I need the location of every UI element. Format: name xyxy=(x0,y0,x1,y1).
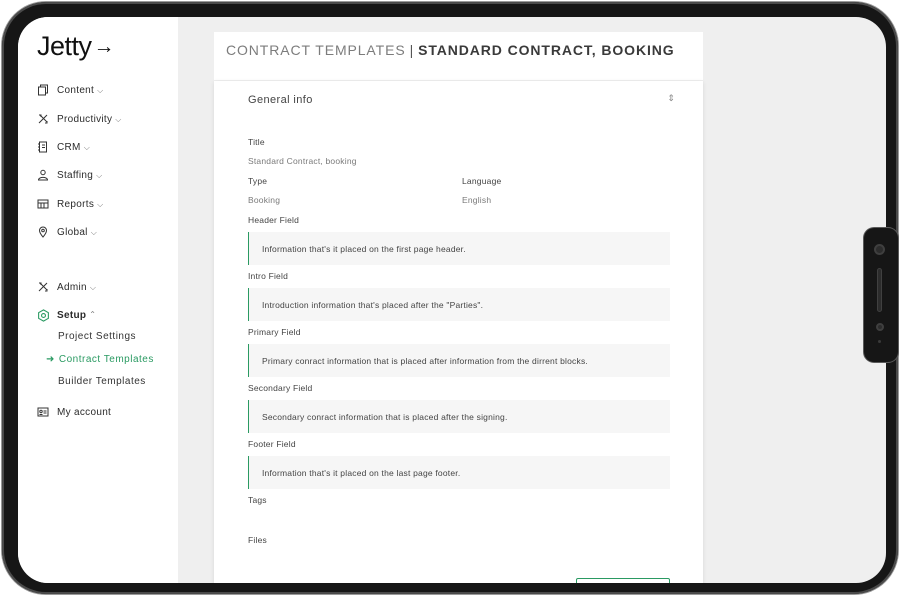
sidebar-item-label: Productivity xyxy=(57,113,113,125)
header-field-label: Header Field xyxy=(248,215,300,225)
sidebar-item-label: Global xyxy=(57,226,88,238)
sidebar-item-staffing[interactable]: Staffing ⌵ xyxy=(36,167,103,183)
sidebar-item-productivity[interactable]: Productivity ⌵ xyxy=(36,111,122,127)
sensor-icon xyxy=(876,323,884,331)
footer-field-value: Information that's it placed on the last… xyxy=(248,456,670,489)
sidebar-item-label: My account xyxy=(57,406,112,418)
people-icon xyxy=(36,168,50,182)
primary-field-value: Primary conract information that is plac… xyxy=(248,344,670,377)
sensor-dot xyxy=(878,340,881,343)
breadcrumb-separator: | xyxy=(409,42,415,58)
sidebar-item-label: Reports xyxy=(57,198,95,210)
app-logo[interactable]: Jetty→ xyxy=(37,31,115,62)
sidebar-item-reports[interactable]: Reports ⌵ xyxy=(36,196,104,212)
globe-pin-icon xyxy=(36,225,50,239)
language-label: Language xyxy=(462,176,502,186)
secondary-field-value: Secondary conract information that is pl… xyxy=(248,400,670,433)
sidebar-item-label: Content xyxy=(57,84,95,96)
copy-icon xyxy=(36,83,50,97)
chevron-down-icon: ⌵ xyxy=(89,283,97,292)
tools-icon xyxy=(36,112,50,126)
sidebar-item-content[interactable]: Content ⌵ xyxy=(36,82,104,98)
chevron-down-icon: ⌵ xyxy=(115,115,122,124)
sidebar-item-label: Admin xyxy=(57,281,87,293)
admin-tools-icon xyxy=(36,280,50,294)
collapse-toggle-icon[interactable]: ⇕ xyxy=(667,94,675,103)
chevron-down-icon: ⌵ xyxy=(96,171,103,180)
type-label: Type xyxy=(248,176,268,186)
device-frame: Jetty→ Content ⌵ Productivity ⌵ CRM ⌵ St… xyxy=(2,2,898,594)
sidebar-subitem-project-settings[interactable]: Project Settings xyxy=(58,331,136,345)
files-label: Files xyxy=(248,535,267,545)
sidebar-subitem-builder-templates[interactable]: Builder Templates xyxy=(58,376,146,390)
speaker-grille xyxy=(877,268,882,312)
secondary-field-label: Secondary Field xyxy=(248,383,313,393)
logo-text: Jetty xyxy=(37,31,92,61)
sidebar-item-global[interactable]: Global ⌵ xyxy=(36,224,97,240)
current-arrow-icon: ➜ xyxy=(46,354,55,365)
sidebar-item-admin[interactable]: Admin ⌵ xyxy=(36,279,96,295)
footer-field-label: Footer Field xyxy=(248,439,296,449)
chevron-down-icon: ⌵ xyxy=(83,143,91,152)
card-action-button[interactable] xyxy=(576,578,670,583)
reports-icon xyxy=(36,197,50,211)
breadcrumb-section[interactable]: CONTRACT TEMPLATES xyxy=(226,42,406,58)
language-value: English xyxy=(462,195,492,205)
camera-icon xyxy=(874,244,885,255)
sidebar-item-setup[interactable]: Setup ⌃ xyxy=(36,307,96,323)
sidebar-item-label: CRM xyxy=(57,141,81,153)
sidebar-item-my-account[interactable]: My account xyxy=(36,404,111,420)
chevron-up-icon: ⌃ xyxy=(89,309,97,319)
logo-arrow-icon: → xyxy=(93,35,115,58)
page-header: CONTRACT TEMPLATES | STANDARD CONTRACT, BO… xyxy=(214,32,703,80)
intro-field-value: Introduction information that's placed a… xyxy=(248,288,670,321)
chevron-down-icon: ⌵ xyxy=(97,86,104,95)
card-title: General info xyxy=(248,94,313,106)
chevron-down-icon: ⌵ xyxy=(90,228,98,237)
general-info-card: General info ⇕ Title Standard Contract, … xyxy=(214,81,703,583)
tags-label: Tags xyxy=(248,495,267,505)
sidebar: Jetty→ Content ⌵ Productivity ⌵ CRM ⌵ St… xyxy=(18,17,178,583)
page-title: STANDARD CONTRACT, BOOKING xyxy=(418,42,675,58)
chevron-down-icon: ⌵ xyxy=(97,200,104,209)
title-label: Title xyxy=(248,137,265,147)
screen: Jetty→ Content ⌵ Productivity ⌵ CRM ⌵ St… xyxy=(18,17,886,583)
title-value: Standard Contract, booking xyxy=(248,156,357,166)
sidebar-subitem-contract-templates[interactable]: ➜ Contract Templates xyxy=(46,354,154,368)
header-field-value: Information that's it placed on the firs… xyxy=(248,232,670,265)
type-value: Booking xyxy=(248,195,281,205)
breadcrumb: CONTRACT TEMPLATES | STANDARD CONTRACT, BO… xyxy=(226,42,675,58)
gear-hex-icon xyxy=(36,308,50,322)
contacts-icon xyxy=(36,140,50,154)
sidebar-item-crm[interactable]: CRM ⌵ xyxy=(36,139,90,155)
intro-field-label: Intro Field xyxy=(248,271,288,281)
sidebar-subitem-label: Contract Templates xyxy=(58,354,154,365)
sidebar-item-label: Staffing xyxy=(57,169,94,181)
primary-field-label: Primary Field xyxy=(248,327,301,337)
id-card-icon xyxy=(36,405,50,419)
device-side-sensor-bar xyxy=(864,228,898,362)
sidebar-item-label: Setup xyxy=(57,309,87,321)
